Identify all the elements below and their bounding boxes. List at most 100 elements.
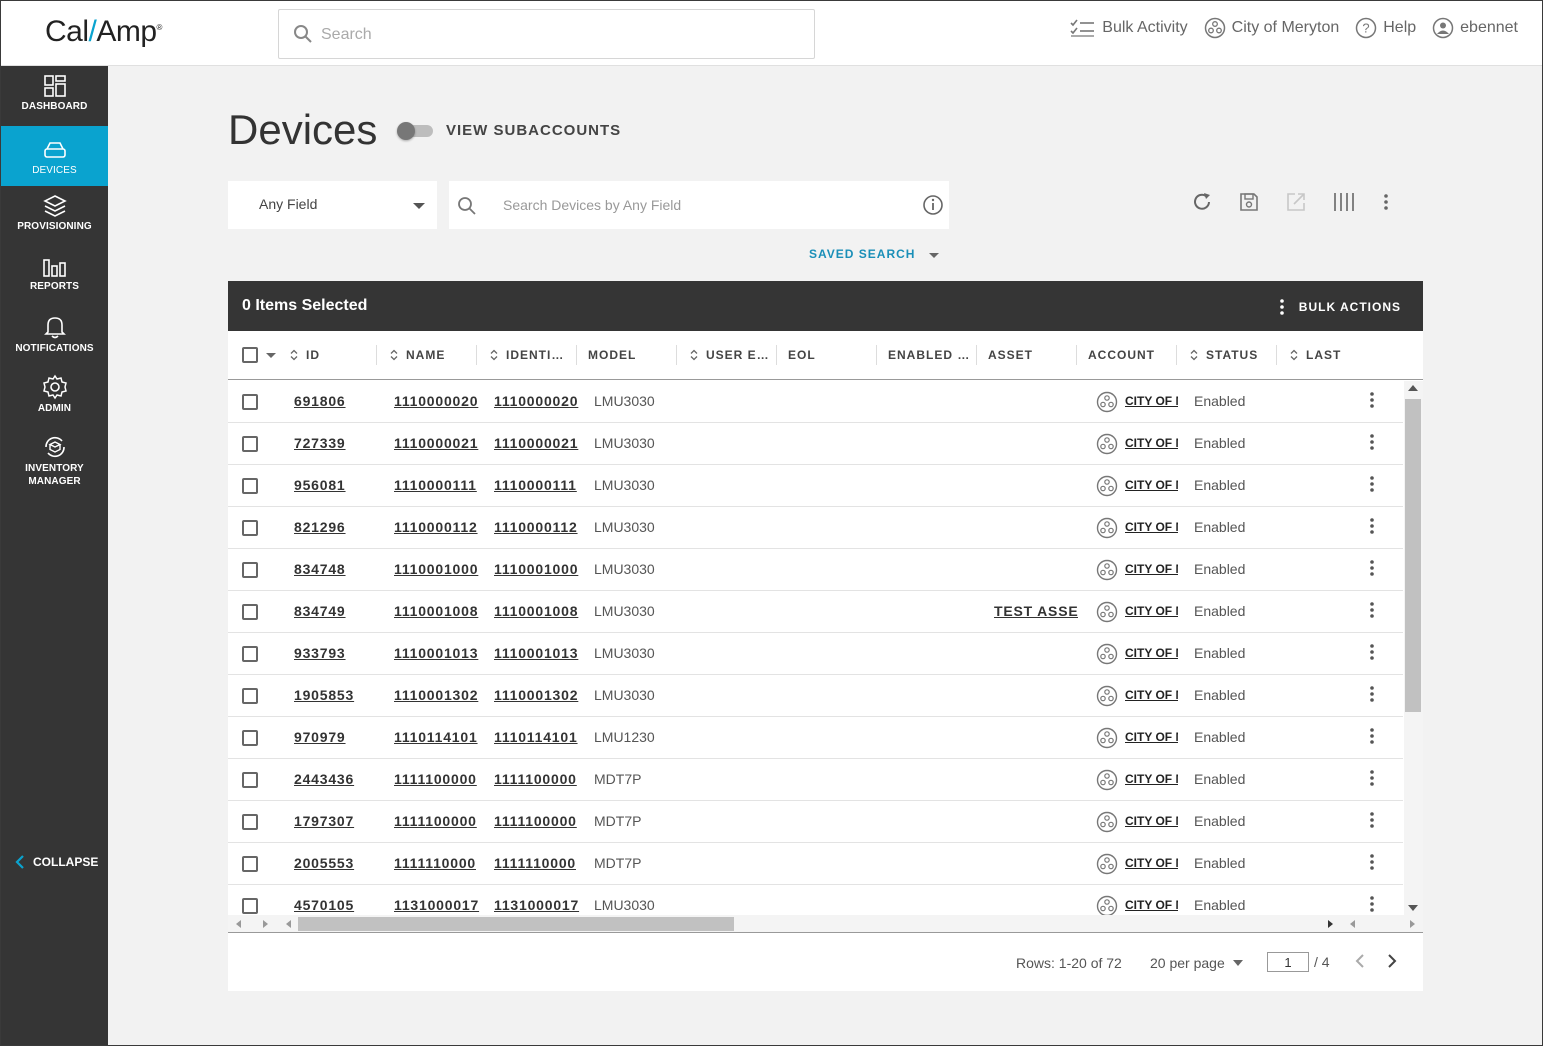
row-checkbox[interactable] [242, 520, 258, 536]
table-row[interactable]: 933793 1110001013 1110001013 LMU3030 CITY OF… [228, 633, 1403, 675]
account-link[interactable]: CITY OF MERYTON [1125, 772, 1178, 786]
device-name-link[interactable]: 1111100000 [394, 813, 480, 829]
horizontal-scroll-thumb[interactable] [298, 917, 734, 931]
refresh-button[interactable] [1191, 191, 1213, 213]
device-name-link[interactable]: 1110000021 [394, 435, 480, 451]
per-page-select[interactable]: 20 per page [1150, 955, 1243, 971]
column-header-user-e[interactable]: USER E… [690, 348, 770, 362]
table-row[interactable]: 2005553 1111110000 1111110000 MDT7P CITY OF … [228, 843, 1403, 885]
bulk-activity-button[interactable]: Bulk Activity [1070, 18, 1188, 38]
next-page-button[interactable] [1386, 952, 1398, 973]
sidebar-item-devices[interactable]: DEVICES [1, 126, 108, 186]
account-link[interactable]: CITY OF MERYTON [1125, 646, 1178, 660]
device-id-link[interactable]: 2005553 [294, 855, 384, 871]
column-header-eol[interactable]: EOL [788, 348, 816, 362]
row-checkbox[interactable] [242, 394, 258, 410]
bulk-actions-button[interactable]: BULK ACTIONS [1279, 298, 1401, 316]
account-link[interactable]: CITY OF MERYTON [1125, 478, 1178, 492]
account-link[interactable]: CITY OF MERYTON [1125, 814, 1178, 828]
row-actions-button[interactable] [1368, 810, 1376, 833]
row-checkbox[interactable] [242, 814, 258, 830]
device-name-link[interactable]: 1110000111 [394, 477, 480, 493]
account-link[interactable]: CITY OF MERYTON [1125, 688, 1178, 702]
scroll-left-arrow[interactable] [236, 920, 241, 928]
row-checkbox[interactable] [242, 688, 258, 704]
caret-down-icon[interactable] [266, 352, 276, 358]
save-search-button[interactable] [1238, 191, 1260, 213]
account-link[interactable]: CITY OF MERYTON [1125, 436, 1178, 450]
table-row[interactable]: 970979 1110114101 1110114101 LMU1230 CITY OF… [228, 717, 1403, 759]
row-actions-button[interactable] [1368, 852, 1376, 875]
table-row[interactable]: 1797307 1111100000 1111100000 MDT7P CITY OF … [228, 801, 1403, 843]
device-id-link[interactable]: 2443436 [294, 771, 384, 787]
column-header-asset[interactable]: ASSET [988, 348, 1033, 362]
select-all-control[interactable] [242, 347, 276, 363]
columns-button[interactable] [1332, 191, 1356, 213]
account-link[interactable]: CITY OF MERYTON [1125, 520, 1178, 534]
sidebar-item-inventory-manager[interactable]: INVENTORY MANAGER [1, 426, 108, 496]
column-header-id[interactable]: ID [290, 348, 320, 362]
view-subaccounts-toggle[interactable] [397, 122, 435, 140]
row-checkbox[interactable] [242, 562, 258, 578]
asset-link[interactable]: TEST ASSET [994, 603, 1078, 619]
device-name-link[interactable]: 1111100000 [394, 771, 480, 787]
vertical-scroll-thumb[interactable] [1405, 399, 1421, 712]
row-actions-button[interactable] [1368, 894, 1376, 915]
row-actions-button[interactable] [1368, 684, 1376, 707]
column-header-model[interactable]: MODEL [588, 348, 636, 362]
page-number-input[interactable] [1267, 952, 1309, 972]
scroll-down-arrow[interactable] [1408, 905, 1418, 911]
device-name-link[interactable]: 1111110000 [394, 855, 480, 871]
table-row[interactable]: 834748 1110001000 1110001000 LMU3030 CITY OF… [228, 549, 1403, 591]
row-checkbox[interactable] [242, 436, 258, 452]
export-button[interactable] [1285, 191, 1307, 213]
scroll-up-arrow[interactable] [1408, 385, 1418, 391]
device-identifier-link[interactable]: 1111100000 [494, 771, 580, 787]
device-name-link[interactable]: 1110000112 [394, 519, 480, 535]
device-identifier-link[interactable]: 1110001013 [494, 645, 580, 661]
field-select-dropdown[interactable]: Any Field [228, 181, 437, 229]
collapse-sidebar-button[interactable]: COLLAPSE [15, 854, 98, 870]
help-button[interactable]: ? Help [1355, 17, 1416, 39]
row-actions-button[interactable] [1368, 726, 1376, 749]
row-checkbox[interactable] [242, 604, 258, 620]
device-id-link[interactable]: 956081 [294, 477, 384, 493]
scroll-left-arrow[interactable] [286, 920, 291, 928]
table-row[interactable]: 727339 1110000021 1110000021 LMU3030 CITY OF… [228, 423, 1403, 465]
row-checkbox[interactable] [242, 646, 258, 662]
device-identifier-link[interactable]: 1111110000 [494, 855, 580, 871]
table-row[interactable]: 834749 1110001008 1110001008 LMU3030 TEST AS… [228, 591, 1403, 633]
vertical-scrollbar[interactable] [1404, 381, 1423, 915]
device-identifier-link[interactable]: 1110001000 [494, 561, 580, 577]
saved-search-dropdown[interactable]: SAVED SEARCH [809, 247, 940, 261]
device-id-link[interactable]: 970979 [294, 729, 384, 745]
info-icon[interactable] [922, 194, 944, 216]
column-header-account[interactable]: ACCOUNT [1088, 348, 1155, 362]
column-header-status[interactable]: STATUS [1190, 348, 1258, 362]
row-checkbox[interactable] [242, 898, 258, 914]
table-row[interactable]: 4570105 1131000017 1131000017 LMU3030 CITY O… [228, 885, 1403, 915]
global-search-input[interactable] [321, 22, 791, 48]
scroll-right-arrow[interactable] [1410, 920, 1415, 928]
sidebar-item-admin[interactable]: ADMIN [1, 366, 108, 426]
device-search[interactable] [449, 181, 949, 229]
table-row[interactable]: 821296 1110000112 1110000112 LMU3030 CITY OF… [228, 507, 1403, 549]
device-id-link[interactable]: 834748 [294, 561, 384, 577]
row-actions-button[interactable] [1368, 432, 1376, 455]
row-actions-button[interactable] [1368, 474, 1376, 497]
device-search-input[interactable] [503, 193, 903, 217]
sidebar-item-dashboard[interactable]: DASHBOARD [1, 66, 108, 126]
device-id-link[interactable]: 933793 [294, 645, 384, 661]
device-name-link[interactable]: 1110114101 [394, 729, 480, 745]
sidebar-item-notifications[interactable]: NOTIFICATIONS [1, 306, 108, 366]
device-identifier-link[interactable]: 1110114101 [494, 729, 580, 745]
device-name-link[interactable]: 1110001302 [394, 687, 480, 703]
device-id-link[interactable]: 834749 [294, 603, 384, 619]
row-actions-button[interactable] [1368, 390, 1376, 413]
device-name-link[interactable]: 1110001000 [394, 561, 480, 577]
table-row[interactable]: 1905853 1110001302 1110001302 LMU3030 CITY O… [228, 675, 1403, 717]
device-name-link[interactable]: 1110001013 [394, 645, 480, 661]
device-id-link[interactable]: 727339 [294, 435, 384, 451]
row-actions-button[interactable] [1368, 642, 1376, 665]
row-actions-button[interactable] [1368, 516, 1376, 539]
